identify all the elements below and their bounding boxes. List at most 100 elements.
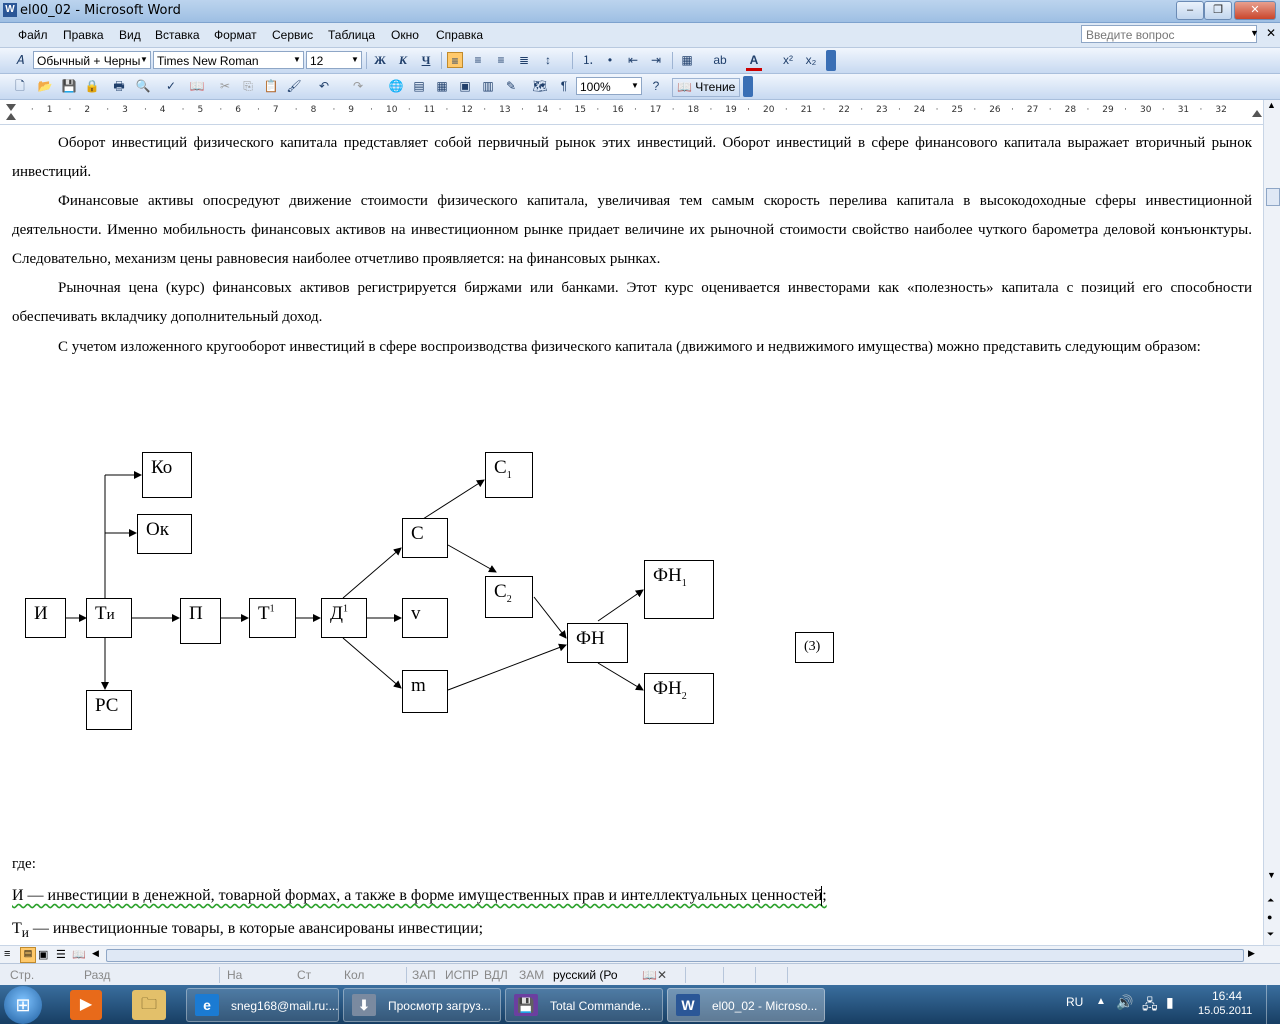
box-Ok[interactable]: Ок [137,514,192,554]
font-select[interactable]: Times New Roman ▼ [153,51,304,69]
align-center-icon[interactable]: ≡ [470,52,486,68]
toolbar-options-icon[interactable] [826,50,836,71]
status-column[interactable]: Кол [344,968,364,982]
next-page-icon[interactable]: ⏷ [1267,929,1274,940]
highlight-icon[interactable]: ab [712,52,728,68]
taskbar-item-word[interactable]: Wel00_02 - Microso... [667,988,825,1022]
paste-icon[interactable]: 📋 [263,78,279,94]
definition-Ti[interactable]: Ти — инвестиционные товары, в которые ав… [12,914,1252,945]
status-track-changes[interactable]: ИСПР [445,968,479,982]
justify-icon[interactable]: ≣ [516,52,532,68]
scroll-thumb[interactable] [1266,188,1280,206]
vertical-scrollbar[interactable]: ▲ ▼ ⏶ ● ⏷ [1263,100,1280,945]
document-page[interactable]: Оборот инвестиций физического капитала п… [0,125,1262,945]
horizontal-scrollbar[interactable]: ≡ ▤ ▣ ☰ 📖 ◀ ▶ [0,945,1280,964]
research-icon[interactable]: 📖 [189,78,205,94]
paragraph-2[interactable]: Финансовые активы опосредуют движение ст… [12,187,1252,274]
menu-view[interactable]: Вид [119,28,141,42]
print-layout-icon[interactable]: ▣ [38,948,48,961]
right-indent-marker[interactable] [1252,110,1262,117]
columns-icon[interactable]: ▥ [480,78,496,94]
menu-tools[interactable]: Сервис [272,28,313,42]
status-extend[interactable]: ВДЛ [484,968,508,982]
align-left-icon[interactable]: ≡ [447,52,463,68]
box-FN1[interactable]: ФН1 [644,560,714,619]
box-FN2[interactable]: ФН2 [644,673,714,724]
save-icon[interactable]: 💾 [61,78,77,94]
scroll-up-icon[interactable]: ▲ [1267,100,1276,110]
explorer-icon[interactable]: 🗀 [132,990,166,1020]
box-FN[interactable]: ФН [567,623,628,663]
style-select[interactable]: Обычный + Черны ▼ [33,51,151,69]
drawing-icon[interactable]: ✎ [503,78,519,94]
increase-indent-icon[interactable]: ⇥ [648,52,664,68]
font-size-select[interactable]: 12 ▼ [306,51,362,69]
box-P[interactable]: П [180,598,221,644]
italic-button[interactable]: К [395,52,411,68]
maximize-button[interactable]: ❐ [1204,1,1232,20]
print-preview-icon[interactable]: 🔍 [135,78,151,94]
minimize-button[interactable]: – [1176,1,1204,20]
insert-table-icon[interactable]: ▦ [434,78,450,94]
box-RS[interactable]: РС [86,690,132,730]
borders-icon[interactable]: ▦ [679,52,695,68]
align-right-icon[interactable]: ≡ [493,52,509,68]
menu-file[interactable]: Файл [18,28,48,42]
numbering-icon[interactable]: ⒈ [580,52,596,68]
scroll-down-icon[interactable]: ▼ [1267,870,1276,880]
cut-icon[interactable]: ✂ [217,78,233,94]
box-D1[interactable]: Д1 [321,598,367,638]
menu-help[interactable]: Справка [436,28,483,42]
box-v[interactable]: v [402,598,448,638]
menu-window[interactable]: Окно [391,28,419,42]
scroll-right-icon[interactable]: ▶ [1248,948,1255,959]
status-overtype[interactable]: ЗАМ [519,968,544,982]
box-I[interactable]: И [25,598,66,638]
where-label[interactable]: где: [12,850,1252,879]
volume-icon[interactable]: 🔊 [1116,994,1133,1011]
underline-button[interactable]: Ч [418,52,434,68]
status-language[interactable]: русский (Ро [553,968,618,982]
taskbar-item-totalcmd[interactable]: 💾 Total Commande... [505,988,663,1022]
box-C1[interactable]: С1 [485,452,533,498]
redo-icon[interactable]: ↷ [350,78,366,94]
hyperlink-icon[interactable]: 🌐 [388,78,404,94]
paragraph-4[interactable]: С учетом изложенного кругооборот инвести… [12,332,1252,356]
definition-I[interactable]: И — инвестиции в денежной, товарной форм… [12,881,1252,910]
clock-time[interactable]: 16:44 [1212,989,1242,1003]
hanging-indent-marker[interactable] [6,113,16,120]
show-formatting-icon[interactable]: ¶ [556,78,572,94]
print-icon[interactable]: 🖶 [111,78,127,94]
menu-insert[interactable]: Вставка [155,28,200,42]
paragraph-1[interactable]: Оборот инвестиций физического капитала п… [12,129,1252,187]
status-record-macro[interactable]: ЗАП [412,968,436,982]
clock-date[interactable]: 15.05.2011 [1198,1005,1252,1017]
superscript-icon[interactable]: x² [780,52,796,68]
previous-page-icon[interactable]: ⏶ [1267,895,1274,906]
reading-layout-button[interactable]: 📖 Чтение [672,78,741,97]
spelling-icon[interactable]: ✓ [163,78,179,94]
status-page[interactable]: Стр. [10,968,34,982]
box-Ko[interactable]: Ко [142,452,192,498]
signal-icon[interactable]: ▮ [1166,994,1174,1011]
bold-button[interactable]: Ж [372,52,388,68]
close-document-icon[interactable]: ✕ [1266,26,1276,40]
show-hidden-icons[interactable]: ▲ [1096,996,1106,1007]
styles-pane-icon[interactable]: 𝐴 [12,52,28,68]
help-icon[interactable]: ? [648,78,664,94]
first-line-indent-marker[interactable] [6,104,16,111]
normal-view-icon[interactable]: ≡ [4,948,10,960]
taskbar-item-downloads[interactable]: ⬇ Просмотр загруз... [343,988,501,1022]
subscript-icon[interactable]: x₂ [803,52,819,68]
decrease-indent-icon[interactable]: ⇤ [625,52,641,68]
box-m[interactable]: m [402,670,448,713]
close-button[interactable]: ✕ [1234,1,1276,20]
browse-object-icon[interactable]: ● [1267,912,1272,922]
box-C2[interactable]: С2 [485,576,533,618]
outline-view-icon[interactable]: ☰ [56,948,66,961]
network-icon[interactable]: 🖧 [1142,994,1158,1018]
new-document-icon[interactable]: 🗋 [12,78,28,94]
bullets-icon[interactable]: • [602,52,618,68]
insert-excel-icon[interactable]: ▣ [457,78,473,94]
investment-cycle-diagram[interactable]: И Ти Ко Ок РС П Т1 Д1 С v m С1 С2 ФН ФН1… [0,445,900,745]
